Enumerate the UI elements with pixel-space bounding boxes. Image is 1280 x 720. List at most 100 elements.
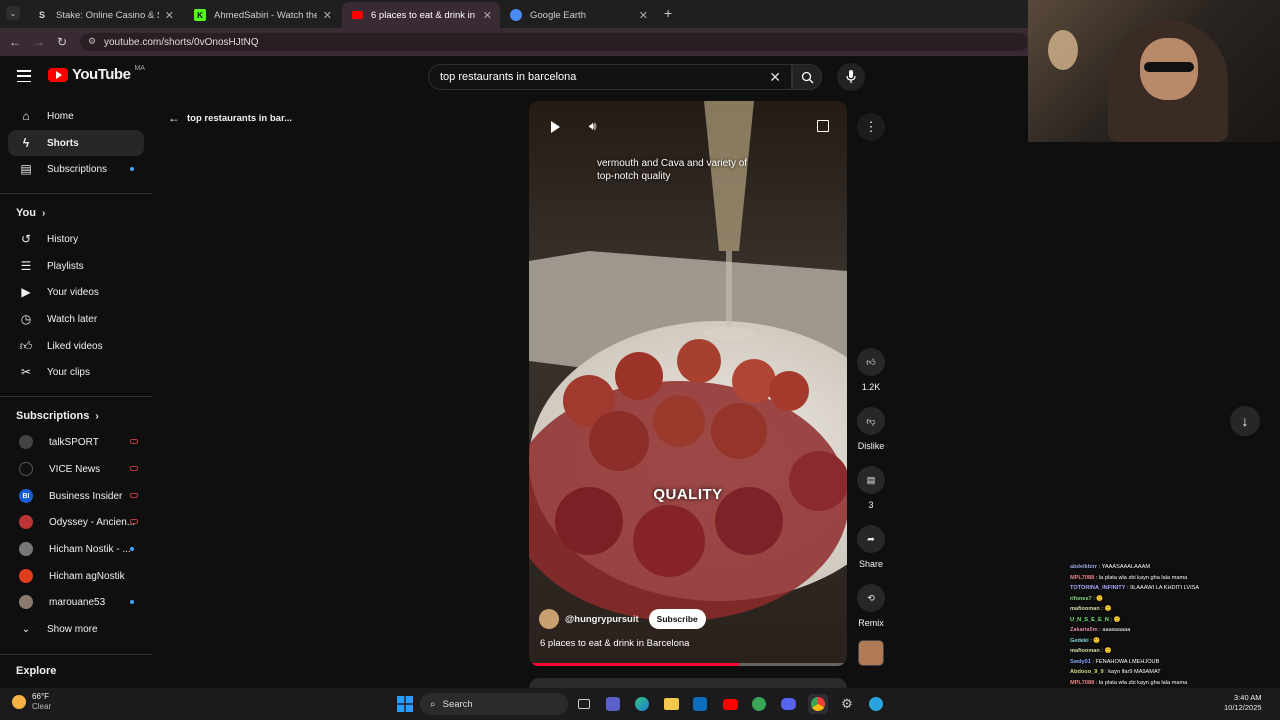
more-options-button[interactable]: ⋮	[857, 113, 885, 141]
youtube-play-icon	[48, 67, 68, 82]
new-tab-button[interactable]: +	[664, 5, 672, 21]
back-arrow-icon[interactable]: ←	[6, 33, 24, 51]
share-icon: ➦	[857, 525, 885, 553]
settings-icon[interactable]: ⚙	[837, 694, 857, 714]
tab-search-chevron-icon[interactable]: ⌄	[6, 6, 20, 20]
browser-tab-youtube[interactable]: 6 places to eat & drink in Barce ✕	[342, 2, 500, 28]
search-input[interactable]: top restaurants in barcelona ✕	[428, 64, 792, 90]
subscriptions-section-header[interactable]: Subscriptions ›	[16, 410, 99, 422]
start-button[interactable]	[395, 694, 415, 714]
subscribe-button[interactable]: Subscribe	[648, 609, 706, 629]
chat-text: : 🙂	[1099, 648, 1112, 654]
sidebar-item-label: Home	[47, 110, 74, 122]
short-video-player[interactable]: 🔊︎ vermouth and Cava and variety of top-…	[529, 101, 847, 666]
video-caption-mid: QUALITY	[653, 486, 723, 503]
search-button[interactable]	[792, 64, 822, 90]
history-icon: ↺	[20, 232, 32, 246]
sidebar-item-history[interactable]: ↺ History	[8, 226, 144, 252]
subscription-odyssey[interactable]: Odyssey - Ancien...	[8, 509, 144, 535]
like-button[interactable]: 👍︎ 1.2K	[857, 348, 885, 392]
avatar	[19, 435, 33, 449]
youtube-logo[interactable]: YouTube MA	[48, 65, 145, 83]
reload-icon[interactable]: ↻	[53, 33, 71, 51]
system-clock[interactable]: 3:40 AM 10/12/2025	[1224, 693, 1262, 713]
progress-track[interactable]	[529, 663, 847, 666]
sound-thumbnail[interactable]	[858, 640, 884, 666]
app-green-icon[interactable]	[749, 694, 769, 714]
back-to-search-button[interactable]: ← top restaurants in bar...	[168, 111, 292, 125]
forward-arrow-icon[interactable]: →	[30, 33, 48, 51]
explore-section-header: Explore	[16, 665, 56, 677]
volume-button[interactable]: 🔊︎	[589, 119, 597, 134]
address-bar[interactable]: ⚙ youtube.com/shorts/0vOnosHJtNQ	[80, 33, 1028, 51]
section-title: Subscriptions	[16, 410, 90, 422]
discord-icon[interactable]	[778, 694, 798, 714]
browser-tab-google-earth[interactable]: Google Earth ✕	[500, 2, 656, 28]
chat-text: : YAAASAAALAAAM	[1097, 564, 1151, 570]
telegram-icon[interactable]	[866, 694, 886, 714]
channel-avatar[interactable]	[539, 609, 559, 629]
sidebar-item-label: Your clips	[47, 366, 90, 378]
sidebar-item-your-videos[interactable]: ▶ Your videos	[8, 279, 144, 305]
youtube-app-icon[interactable]	[720, 694, 740, 714]
chat-username: Zakaria5m	[1070, 627, 1098, 633]
sidebar-item-your-clips[interactable]: ✂ Your clips	[8, 359, 144, 385]
browser-tab-kick[interactable]: K AhmedSabiri - Watch the VOD ✕	[184, 2, 340, 28]
remix-button[interactable]: ⟲ Remix	[853, 584, 889, 628]
browser-tab-stake[interactable]: S Stake: Online Casino & Sports B ✕	[26, 2, 182, 28]
your-videos-icon: ▶	[21, 285, 31, 299]
channel-handle[interactable]: @hungrypursuit	[565, 614, 639, 625]
sidebar-item-label: Liked videos	[47, 340, 103, 352]
menu-icon[interactable]	[17, 70, 31, 82]
subscription-vice-news[interactable]: VICE News	[8, 456, 144, 482]
subscription-marouane53[interactable]: marouane53	[8, 589, 144, 615]
chat-text: : la plata wla zbi kayn gha lala mama	[1094, 679, 1188, 686]
sidebar-item-liked-videos[interactable]: 👍︎ Liked videos	[8, 333, 144, 359]
close-tab-icon[interactable]: ✕	[165, 9, 174, 22]
play-button[interactable]	[547, 119, 563, 135]
voice-search-button[interactable]	[837, 63, 865, 91]
sidebar-item-watch-later[interactable]: ◷ Watch later	[8, 306, 144, 332]
task-view-icon[interactable]	[574, 694, 594, 714]
sidebar-item-home[interactable]: ⌂ Home	[8, 103, 144, 129]
close-tab-icon[interactable]: ✕	[483, 9, 492, 22]
next-short-button[interactable]: ↓	[1230, 406, 1260, 436]
chevron-down-icon: ⌄	[21, 623, 31, 635]
channel-name: marouane53	[49, 596, 106, 608]
chat-username: mafiooman	[1070, 648, 1100, 654]
subscription-talksport[interactable]: talkSPORT	[8, 429, 144, 455]
chat-message: Swdy01 : FENAHOWA LMEHJOUB	[1070, 657, 1280, 668]
show-more-label: Show more	[47, 623, 98, 635]
edge-icon[interactable]	[632, 694, 652, 714]
clear-search-icon[interactable]: ✕	[769, 69, 781, 86]
fullscreen-button[interactable]	[817, 120, 829, 132]
show-more-button[interactable]: ⌄ Show more	[8, 616, 144, 642]
teams-icon[interactable]	[603, 694, 623, 714]
comments-button[interactable]: ▤ 3	[857, 466, 885, 510]
share-button[interactable]: ➦ Share	[853, 525, 889, 569]
playlists-icon: ☰	[20, 259, 32, 273]
subscription-hicham-nostik[interactable]: Hicham Nostik - ...	[8, 536, 144, 562]
weather-widget[interactable]: 66°F Clear	[12, 692, 51, 712]
chat-text: : la plata wla zbi kayn gha lala mama	[1094, 574, 1188, 581]
sidebar-item-subscriptions[interactable]: ▤ Subscriptions	[8, 156, 144, 182]
site-info-icon[interactable]: ⚙	[88, 36, 96, 47]
outlook-icon[interactable]	[690, 694, 710, 714]
avatar	[19, 515, 33, 529]
dislike-button[interactable]: 👎︎ Dislike	[853, 407, 889, 451]
close-tab-icon[interactable]: ✕	[323, 9, 332, 22]
subscription-business-insider[interactable]: BI Business Insider	[8, 483, 144, 509]
chrome-icon[interactable]	[808, 694, 828, 714]
chat-username: MPL7088	[1070, 679, 1095, 686]
taskbar-search[interactable]: ⌕ Search	[420, 693, 568, 715]
close-tab-icon[interactable]: ✕	[639, 9, 648, 22]
subscription-hicham-agnostik[interactable]: Hicham agNostik	[8, 563, 144, 589]
chat-message: mafiooman : 🙂	[1070, 604, 1280, 615]
sidebar-item-shorts[interactable]: ϟ Shorts	[8, 130, 144, 156]
stake-icon: S	[38, 10, 45, 20]
sidebar-item-playlists[interactable]: ☰ Playlists	[8, 253, 144, 279]
file-explorer-icon[interactable]	[661, 694, 681, 714]
weather-condition: Clear	[32, 702, 52, 711]
new-content-dot	[130, 547, 134, 551]
you-section-header[interactable]: You ›	[16, 207, 45, 219]
